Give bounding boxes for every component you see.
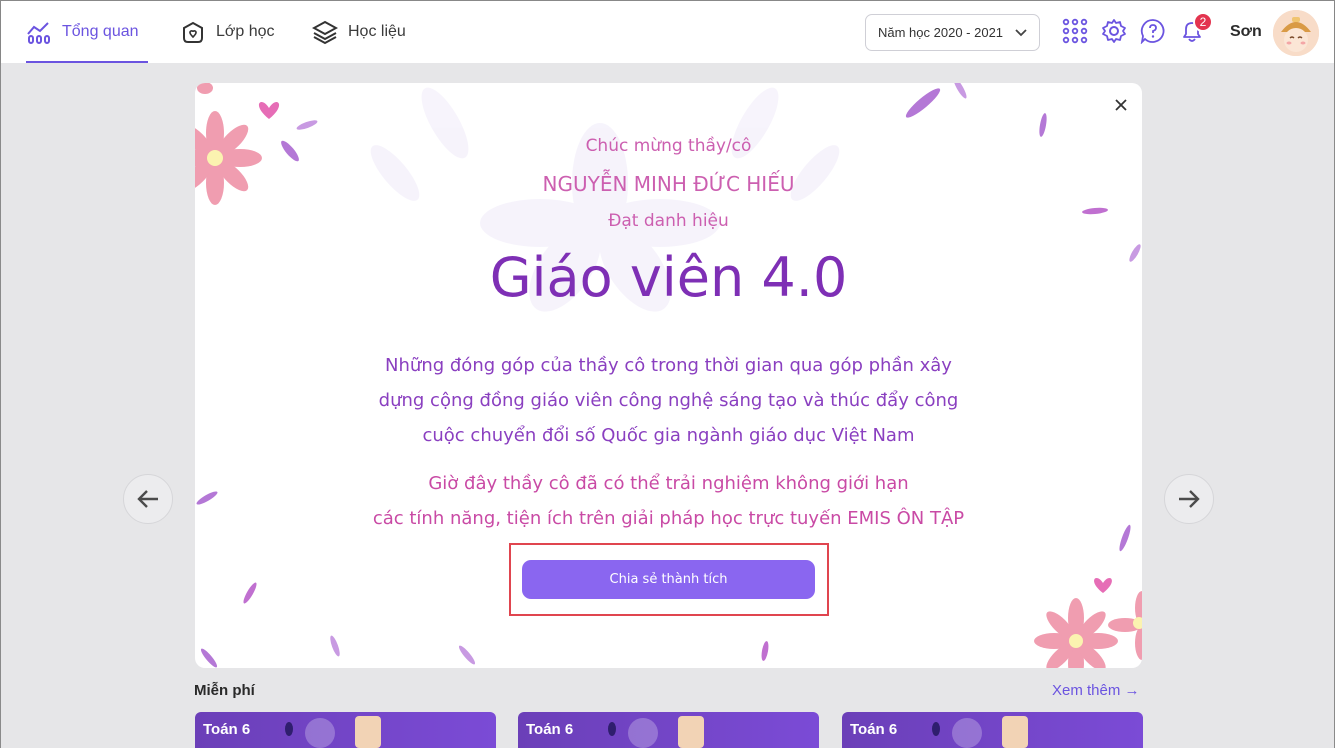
description-line: cuộc chuyển đổi số Quốc gia ngành giáo d… <box>422 425 915 446</box>
achieve-text: Đạt danh hiệu <box>608 211 729 231</box>
highlight-box <box>509 543 829 616</box>
tab-classes[interactable]: Lớp học <box>180 1 275 63</box>
avatar-illustration <box>1273 10 1319 56</box>
benefit-line: Giờ đây thầy cô đã có thể trải nghiệm kh… <box>428 473 909 494</box>
class-icon <box>183 21 203 43</box>
school-year-select[interactable]: Năm học 2020 - 2021 <box>865 14 1040 51</box>
description-line: dựng cộng đồng giáo viên công nghệ sáng … <box>378 390 959 411</box>
school-year-value: Năm học 2020 - 2021 <box>878 25 1004 40</box>
avatar[interactable] <box>1273 10 1319 56</box>
achievement-benefit: Giờ đây thầy cô đã có thể trải nghiệm kh… <box>195 466 1142 536</box>
achievement-title: Giáo viên 4.0 <box>489 246 848 309</box>
section-title-free: Miễn phí <box>194 682 255 699</box>
course-card-label: Toán 6 <box>203 721 251 738</box>
apps-grid-icon[interactable] <box>1062 18 1088 44</box>
tab-classes-label: Lớp học <box>216 23 275 40</box>
tab-overview[interactable]: Tổng quan <box>26 1 148 63</box>
see-more-link[interactable]: Xem thêm → <box>1052 682 1140 699</box>
course-card-label: Toán 6 <box>850 721 898 738</box>
close-button[interactable] <box>1111 95 1131 115</box>
layers-icon <box>312 20 338 45</box>
chart-icon <box>27 22 50 44</box>
course-card-label: Toán 6 <box>526 721 574 738</box>
benefit-line: các tính năng, tiện ích trên giải pháp h… <box>372 508 965 529</box>
tab-overview-label: Tổng quan <box>62 23 139 40</box>
teacher-name: NGUYỄN MINH ĐỨC HIẾU <box>542 172 795 196</box>
user-name[interactable]: Sơn <box>1230 23 1262 41</box>
close-icon <box>1115 99 1127 111</box>
top-navbar: Tổng quan Lớp học Học liệu Năm học 2020 … <box>1 1 1334 63</box>
description-line: Những đóng góp của thầy cô trong thời gi… <box>385 355 952 376</box>
course-card[interactable]: Toán 6 <box>195 712 496 748</box>
carousel-next-button[interactable] <box>1164 474 1214 524</box>
course-card[interactable]: Toán 6 <box>518 712 819 748</box>
notification-badge: 2 <box>1193 12 1213 32</box>
arrow-right-icon <box>1179 490 1200 508</box>
help-icon[interactable] <box>1140 18 1166 44</box>
carousel-prev-button[interactable] <box>123 474 173 524</box>
tab-materials-label: Học liệu <box>348 23 406 40</box>
congrats-text: Chúc mừng thầy/cô <box>585 136 752 156</box>
course-card[interactable]: Toán 6 <box>842 712 1143 748</box>
gear-icon[interactable] <box>1101 18 1127 44</box>
chevron-down-icon <box>1015 28 1027 36</box>
achievement-description: Những đóng góp của thầy cô trong thời gi… <box>195 348 1142 453</box>
tab-materials[interactable]: Học liệu <box>312 1 406 63</box>
arrow-left-icon <box>137 490 158 508</box>
